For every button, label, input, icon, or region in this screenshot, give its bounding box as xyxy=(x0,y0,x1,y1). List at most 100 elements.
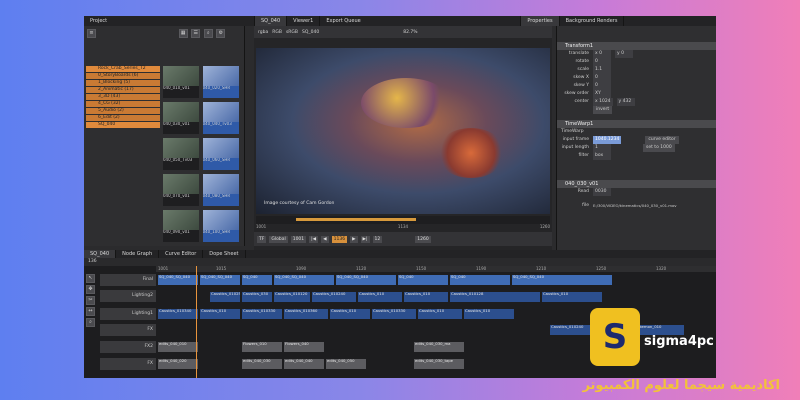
timeline-clip[interactable]: Caustics_010 xyxy=(418,309,462,319)
timeline-clip[interactable]: edits_040_030_tape xyxy=(414,359,464,369)
timeline-clip[interactable]: Caustics_010 xyxy=(200,309,240,319)
menu-icon[interactable]: ≡ xyxy=(87,29,96,38)
tab-background-renders[interactable]: Background Renders xyxy=(560,16,625,26)
zoom-select[interactable]: 82.7% xyxy=(403,30,417,35)
tab-node-graph[interactable]: Node Graph xyxy=(116,250,160,258)
tab-dope-sheet[interactable]: Dope Sheet xyxy=(203,250,246,258)
move-tool-icon[interactable]: ✥ xyxy=(86,285,95,294)
clip-thumbnail[interactable]: 040_060_SHR xyxy=(202,138,239,171)
zoom-tool-icon[interactable]: ⌕ xyxy=(86,318,95,327)
bin-item[interactable]: Rock_Crab_Series_T2 xyxy=(86,66,160,72)
viewer-image[interactable]: Image courtesy of Cam Gordon xyxy=(256,48,550,214)
out-point-field[interactable]: 1260 xyxy=(415,235,431,243)
file-path[interactable]: E:/300/VIDEO/kinematics/040_030_v01.mov xyxy=(593,202,677,210)
timeline-clip[interactable]: SQ_040 xyxy=(398,275,448,285)
tab-project[interactable]: Project xyxy=(84,16,255,26)
track-header[interactable]: Lighting2 xyxy=(100,290,156,302)
grid-view-icon[interactable]: ▦ xyxy=(178,29,188,38)
timeline-clip[interactable]: Caustics_010 xyxy=(404,292,448,302)
current-frame-field[interactable]: 1136 xyxy=(331,235,348,243)
timeline-clip[interactable]: Caustics_010120 xyxy=(274,292,310,302)
timeline-clip[interactable]: Caustics_010340 xyxy=(158,309,198,319)
timeline-clip[interactable]: Caustics_010 xyxy=(464,309,514,319)
timeline-clip[interactable]: Caustics_010240 xyxy=(312,292,356,302)
timeline-clip[interactable]: Flowers_010 xyxy=(242,342,282,352)
track-header[interactable]: Lighting1 xyxy=(100,308,156,320)
viewer-scrub-bar[interactable] xyxy=(256,216,550,224)
timeline-clip[interactable]: Caustics_010 xyxy=(542,292,602,302)
timeline-clip[interactable]: Caustics_010 xyxy=(330,309,370,319)
bin-item[interactable]: 1_Blocking (5) xyxy=(86,80,160,86)
timecode-mode-select[interactable]: Global xyxy=(269,235,288,243)
timeline-clip[interactable]: edits_040_010 xyxy=(158,342,198,352)
timeline-clip[interactable]: SQ_040_SQ_040 xyxy=(158,275,198,285)
bin-item[interactable]: 6_Edit (2) xyxy=(86,115,160,121)
clip-thumbnail[interactable]: 040_050_Tv03 xyxy=(163,138,199,171)
track-header[interactable]: FX xyxy=(100,358,156,370)
loop-count-field[interactable]: 12 xyxy=(372,235,383,243)
in-point-field[interactable]: 1001 xyxy=(290,235,307,243)
timeline-toolbar[interactable]: 136 xyxy=(84,258,716,266)
fps-field[interactable]: TF xyxy=(257,235,267,243)
step-back-icon[interactable]: |◀ xyxy=(309,235,319,243)
timeline-clip[interactable]: SQ_040_SQ_040 xyxy=(512,275,612,285)
timeline-clip[interactable]: SQ_040_SQ_040 xyxy=(200,275,240,285)
read-node-header[interactable]: 040_030_v01 xyxy=(557,180,716,188)
tab-properties[interactable]: Properties xyxy=(521,16,560,26)
bin-item[interactable]: 4_CG (32) xyxy=(86,101,160,107)
timeline-clip[interactable]: edits_040_040 xyxy=(284,359,324,369)
timeline-clip[interactable]: edits_040_030_ma xyxy=(414,342,464,352)
timeline-clip[interactable]: Caustics_010128 xyxy=(450,292,540,302)
clip-thumbnail[interactable]: 040_020_SHR xyxy=(202,66,239,99)
select-tool-icon[interactable]: ↖ xyxy=(86,274,95,283)
clip-thumbnail[interactable]: 040_030_v01 xyxy=(163,102,199,135)
play-reverse-icon[interactable]: ◀ xyxy=(321,235,329,243)
timeline-clip[interactable]: Caustics_010330 xyxy=(372,309,416,319)
timeline-clip[interactable]: Caustics_030 xyxy=(242,292,272,302)
set-to-button[interactable]: set to 1000 xyxy=(643,144,675,152)
timeline-clip[interactable]: edits_040_030 xyxy=(242,359,282,369)
timeline-clip[interactable]: SQ_040 xyxy=(450,275,510,285)
input-select[interactable]: SQ_040 xyxy=(302,30,319,35)
timeline-clip[interactable]: Flowers_040 xyxy=(284,342,324,352)
timeline-clip[interactable]: edits_040_020 xyxy=(158,359,198,369)
clip-thumbnail[interactable]: 040_100_SHR xyxy=(202,210,239,243)
track-header[interactable]: FX2 xyxy=(100,341,156,353)
timewarp-node-header[interactable]: TimeWarp1 xyxy=(557,120,716,128)
timeline-clip[interactable]: Caustics_010330 xyxy=(242,309,282,319)
timeline-clip[interactable]: Caustics_010250 xyxy=(210,292,240,302)
clip-thumbnail[interactable]: 040_090_v01 xyxy=(163,210,199,243)
timeline-clip[interactable]: Caustics_010 xyxy=(358,292,402,302)
settings-icon[interactable]: ⚙ xyxy=(216,29,226,38)
tab-viewer[interactable]: Viewer1 xyxy=(287,16,321,26)
razor-tool-icon[interactable]: ✂ xyxy=(86,296,95,305)
invert-checkbox[interactable]: invert xyxy=(593,106,613,114)
bin-item[interactable]: 0_StoryBoards (6) xyxy=(86,73,160,79)
tab-sequence[interactable]: SQ_040 xyxy=(255,16,288,26)
slip-tool-icon[interactable]: ↔ xyxy=(86,307,95,316)
bin-item[interactable]: SQ_040 xyxy=(86,122,160,128)
tab-timeline[interactable]: SQ_040 xyxy=(84,250,117,258)
transform-node-header[interactable]: Transform1 xyxy=(557,42,716,50)
timeline-clip[interactable]: SQ_040 xyxy=(242,275,272,285)
clip-thumbnail[interactable]: 040_070_v01 xyxy=(163,174,199,207)
bin-item[interactable]: 5_Audio (2) xyxy=(86,108,160,114)
lut-select[interactable]: sRGB xyxy=(286,30,298,35)
bin-item[interactable]: 2_Animatic (17) xyxy=(86,87,160,93)
search-icon[interactable]: ⌕ xyxy=(203,29,213,38)
curve-editor-button[interactable]: curve editor xyxy=(645,136,679,144)
tab-export-queue[interactable]: Export Queue xyxy=(320,16,522,26)
bin-item[interactable]: 3_3D (43) xyxy=(86,94,160,100)
timeline-clip[interactable]: Caustics_010240 xyxy=(550,325,590,335)
channel-select[interactable]: rgba xyxy=(258,30,268,35)
timeline-playhead[interactable] xyxy=(196,266,197,378)
timeline-clip[interactable]: SQ_040_SQ_040 xyxy=(336,275,396,285)
timeline-ruler[interactable]: 1001 1015 1090 1120 1150 1190 1210 1250 … xyxy=(156,266,716,272)
clip-thumbnail[interactable]: 040_040_Tv03 xyxy=(202,102,239,135)
timeline-clip[interactable]: Caustics_010360 xyxy=(284,309,328,319)
colorspace-select[interactable]: RGB xyxy=(272,30,282,35)
track-header[interactable]: FX xyxy=(100,324,156,336)
timeline-clip[interactable]: SQ_040_SQ_040 xyxy=(274,275,334,285)
tab-curve-editor[interactable]: Curve Editor xyxy=(159,250,204,258)
timeline-clip[interactable]: edits_040_050 xyxy=(326,359,366,369)
